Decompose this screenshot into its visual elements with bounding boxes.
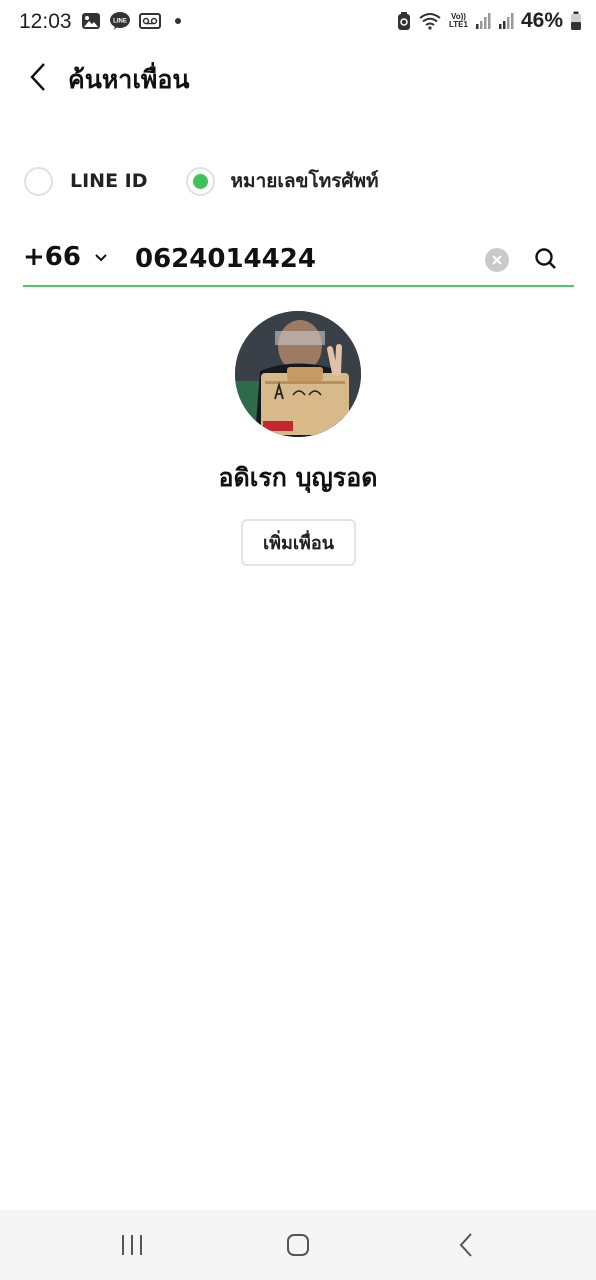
system-back-icon — [459, 1233, 472, 1257]
radio-line-id[interactable]: LINE ID — [24, 166, 148, 196]
page-title: ค้นหาเพื่อน — [68, 65, 190, 94]
search-icon — [535, 248, 556, 269]
home-icon — [287, 1234, 309, 1256]
add-friend-button[interactable]: เพิ่มเพื่อน — [241, 519, 356, 566]
radio-phone-number-label: หมายเลขโทรศัพท์ — [230, 170, 379, 192]
system-back-button[interactable] — [446, 1230, 486, 1260]
friend-avatar[interactable] — [235, 311, 361, 437]
signal-icon-1 — [475, 13, 491, 29]
search-button[interactable] — [533, 246, 559, 272]
system-icons: Vo)) LTE1 46% — [397, 9, 582, 33]
radio-selected-dot — [192, 173, 208, 189]
recent-apps-icon — [122, 1235, 142, 1255]
country-code-selector[interactable]: +66 — [23, 242, 107, 272]
back-button[interactable] — [24, 60, 54, 94]
phone-search-bar: +66 — [23, 238, 574, 287]
clear-input-button[interactable] — [485, 248, 509, 272]
battery-percent: 46% — [520, 9, 563, 32]
profile-photo — [235, 311, 361, 437]
phone-number-input[interactable] — [135, 240, 475, 278]
lte-label: LTE1 — [449, 20, 468, 29]
gallery-icon — [82, 13, 100, 29]
clear-icon — [492, 255, 502, 265]
battery-icon — [571, 11, 581, 30]
svg-text:LINE: LINE — [113, 19, 127, 25]
search-type-selector: LINE ID หมายเลขโทรศัพท์ — [24, 166, 379, 196]
line-app-icon: LINE — [110, 12, 130, 30]
header: ค้นหาเพื่อน — [0, 50, 596, 106]
chevron-down-icon — [95, 254, 107, 262]
radio-line-id-label: LINE ID — [70, 170, 148, 192]
home-button[interactable] — [278, 1230, 318, 1260]
radio-line-id-circle[interactable] — [24, 166, 53, 196]
country-code-value: +66 — [23, 242, 81, 272]
system-navigation-bar — [0, 1210, 596, 1280]
wifi-icon — [419, 13, 441, 30]
radio-phone-number[interactable]: หมายเลขโทรศัพท์ — [185, 166, 379, 196]
volte-indicator: Vo)) LTE1 — [449, 13, 468, 29]
radio-phone-number-circle[interactable] — [185, 166, 215, 196]
back-arrow-icon — [30, 63, 45, 91]
recycle-icon — [398, 12, 410, 30]
recent-apps-button[interactable] — [112, 1230, 152, 1260]
notification-icons: LINE — [81, 11, 181, 31]
status-bar: 12:03 LINE Vo)) LTE1 46% — [0, 0, 596, 46]
status-time: 12:03 — [19, 10, 72, 33]
voicemail-icon — [139, 13, 161, 29]
more-notifications-dot — [175, 18, 181, 24]
friend-name: อดิเรก บุญรอด — [218, 463, 378, 492]
signal-icon-2 — [498, 13, 514, 29]
